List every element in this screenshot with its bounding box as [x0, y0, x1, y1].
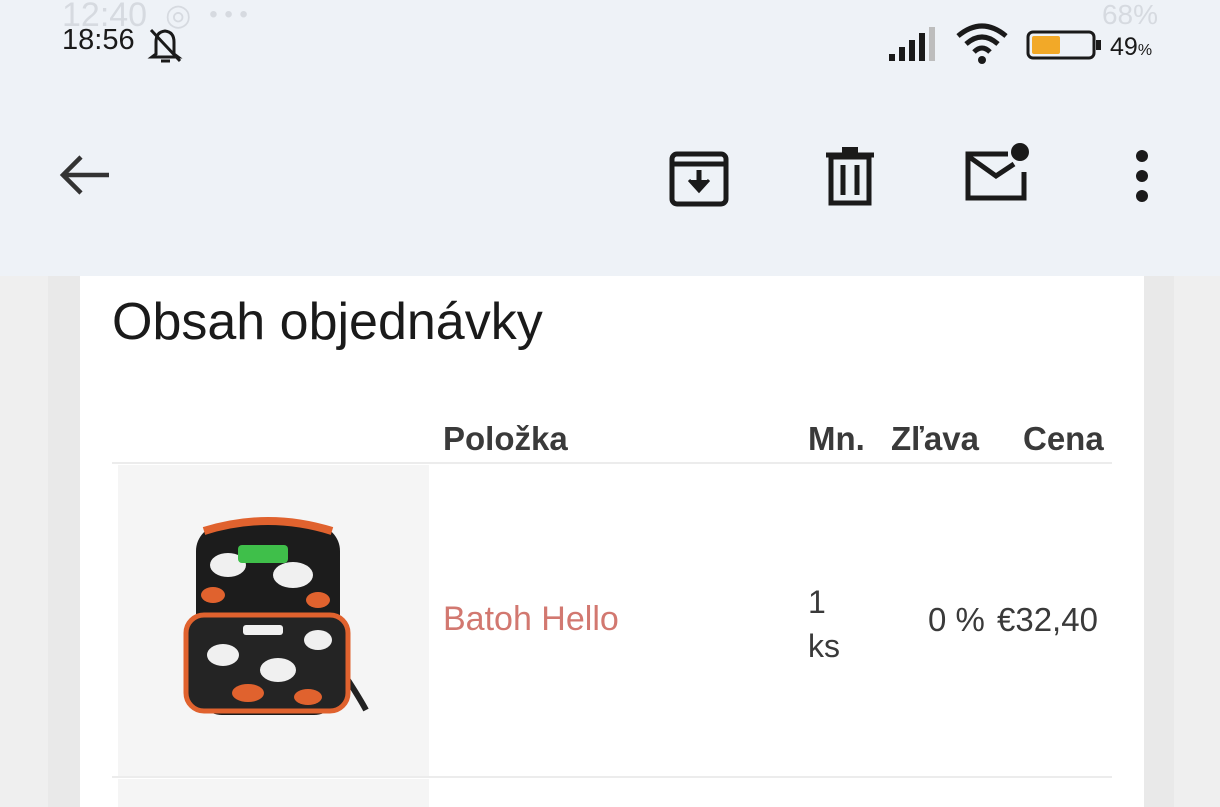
back-button[interactable] — [55, 145, 115, 205]
delete-icon — [826, 147, 874, 206]
app-bar — [0, 80, 1220, 275]
signal-icon — [889, 26, 943, 67]
delete-button[interactable] — [820, 145, 880, 207]
header-discount: Zľava — [891, 420, 979, 457]
status-bar: 18:56 49% — [0, 0, 1220, 80]
archive-button[interactable] — [668, 148, 730, 208]
table-divider — [112, 776, 1112, 778]
header-price: Cena — [1023, 420, 1104, 457]
header-qty: Mn. — [808, 420, 865, 457]
header-item: Položka — [443, 420, 568, 457]
wifi-icon — [954, 22, 1010, 71]
more-vert-icon — [1136, 150, 1148, 202]
discount-value: 0 % — [928, 601, 985, 638]
status-time: 18:56 — [62, 24, 135, 56]
quantity-unit: ks — [808, 628, 840, 664]
card-border-right — [1144, 276, 1174, 807]
battery-icon — [1026, 30, 1106, 65]
next-row-image-cell — [118, 779, 429, 807]
more-options-button[interactable] — [1120, 145, 1164, 207]
mark-unread-button[interactable] — [962, 142, 1034, 206]
quantity-cell: 1 ks — [808, 580, 840, 668]
product-image-cell[interactable] — [118, 465, 429, 777]
back-arrow-icon — [59, 155, 109, 195]
card-border-left — [48, 276, 80, 807]
bell-off-icon — [144, 24, 186, 69]
archive-icon — [669, 151, 729, 207]
quantity-value: 1 — [808, 584, 826, 620]
table-divider — [112, 462, 1112, 464]
price-value: €32,40 — [997, 601, 1098, 638]
mark-unread-icon — [965, 143, 1029, 201]
backpack-product-image — [183, 517, 369, 715]
battery-percent: 49% — [1110, 33, 1153, 61]
section-title: Obsah objednávky — [112, 293, 543, 351]
product-link[interactable]: Batoh Hello — [443, 600, 619, 639]
